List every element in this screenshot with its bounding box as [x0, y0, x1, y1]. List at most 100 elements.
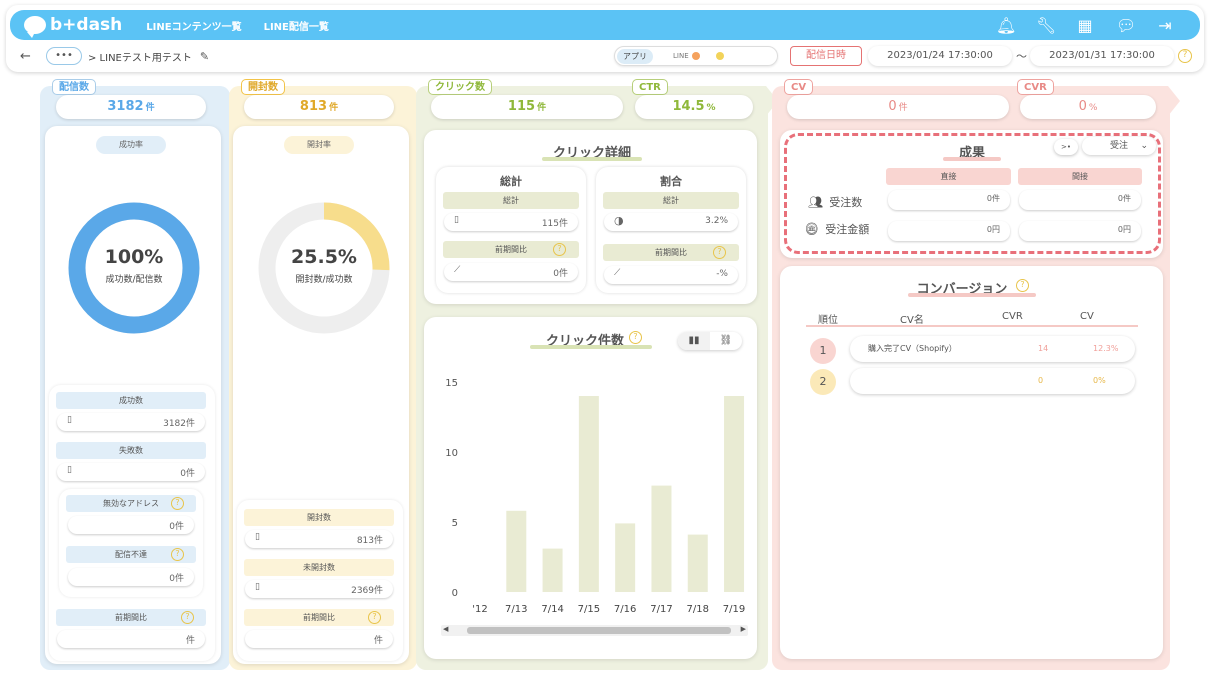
- open-rate-pill: 開封率: [284, 136, 354, 154]
- doc-icon: ▯: [67, 415, 72, 425]
- pie-chart-icon: ◑: [614, 214, 624, 227]
- open-count-unit: 件: [329, 103, 339, 113]
- orders-label-text: 受注数: [829, 196, 863, 209]
- back-arrow-icon[interactable]: ←: [20, 49, 40, 64]
- result-type-select[interactable]: 受注 ⌄: [1082, 137, 1156, 155]
- success-rate-value: 100%: [104, 246, 164, 268]
- scroll-left-arrow-icon[interactable]: ◀: [443, 625, 448, 633]
- x-tick-label: 7/19: [723, 604, 745, 615]
- click-chart-underline: [530, 345, 652, 349]
- segment-app[interactable]: アプリ: [617, 48, 653, 64]
- opened-count-label: 開封数: [244, 509, 394, 526]
- ratio-prev-field: ⟋ -%: [604, 266, 738, 284]
- fail-count-label: 失敗数: [56, 442, 206, 459]
- date-to-input[interactable]: 2023/01/31 17:30:00: [1030, 46, 1174, 66]
- chart-view-toggle: ▮▮ ⛓︎: [678, 332, 742, 350]
- total-card-title: 総計: [500, 175, 522, 188]
- cvr-value-box: 0%: [1020, 95, 1156, 119]
- nav-line-contents[interactable]: LINEコンテンツ一覧: [146, 18, 241, 33]
- date-from-input[interactable]: 2023/01/24 17:30:00: [868, 46, 1012, 66]
- scroll-right-arrow-icon[interactable]: ▶: [741, 625, 746, 633]
- bar-7/14[interactable]: [542, 548, 563, 592]
- click-chart-help-icon[interactable]: ?: [629, 331, 642, 344]
- click-count-bar-chart: 0 5 10 15 '12 7/13 7/14 7/15 7/16 7/17 7/18 7/19: [445, 378, 745, 615]
- result-type-select-value: 受注: [1110, 141, 1129, 151]
- y-tick-label: 15: [445, 378, 458, 389]
- cvr-value: 0: [1038, 376, 1044, 385]
- ratio-field: ◑ 3.2%: [604, 213, 738, 231]
- delivery-date-button[interactable]: 配信日時: [790, 46, 862, 66]
- grid-icon[interactable]: ▦: [1076, 16, 1094, 35]
- bar-7/19[interactable]: [724, 396, 745, 592]
- channel-segment-control: アプリ LINE: [614, 46, 778, 66]
- delivery-prev-value: 件: [185, 636, 195, 646]
- ratio-prev-value: -%: [716, 269, 728, 279]
- line-chart-icon: ⟋: [454, 265, 461, 275]
- doc-icon: ▯: [255, 582, 260, 592]
- brand-logo[interactable]: b+dash: [24, 15, 122, 38]
- wrench-icon[interactable]: 🔧︎: [1036, 16, 1056, 35]
- click-count-unit: 件: [537, 103, 547, 113]
- segment-line[interactable]: LINE: [673, 52, 689, 60]
- bar-chart-icon[interactable]: ▮▮: [678, 332, 710, 350]
- result-toggle-button[interactable]: >•: [1054, 139, 1078, 155]
- x-tick-label: '12: [472, 604, 487, 615]
- edit-pencil-icon[interactable]: ✎: [200, 50, 209, 63]
- logout-icon[interactable]: ⇥: [1156, 16, 1174, 35]
- amount-direct-value: 0円: [986, 225, 1000, 234]
- delivery-count-unit: 件: [145, 103, 155, 113]
- invalid-address-help-icon[interactable]: ?: [171, 497, 184, 510]
- x-tick-label: 7/17: [650, 604, 672, 615]
- open-rate-center: 25.5% 開封数/成功数: [274, 246, 374, 285]
- direct-column-header: 直接: [886, 168, 1011, 185]
- undeliverable-help-icon[interactable]: ?: [171, 548, 184, 561]
- cvr-tag: CVR: [1017, 79, 1054, 95]
- nav-line-deliveries[interactable]: LINE配信一覧: [264, 18, 329, 33]
- result-title: 成果: [935, 142, 1009, 166]
- link-icon[interactable]: ⛓︎: [710, 332, 742, 350]
- success-count-value: 3182件: [163, 419, 195, 429]
- doc-icon: ▯: [67, 465, 72, 475]
- more-button[interactable]: •••: [46, 47, 82, 65]
- ratio-value: 3.2%: [705, 216, 728, 226]
- click-count-value: 115: [507, 99, 536, 114]
- bar-7/18[interactable]: [687, 534, 708, 592]
- cv-count: 0件: [787, 95, 1009, 119]
- x-tick-label: 7/15: [578, 604, 600, 615]
- amount-direct-field: 0円: [888, 221, 1010, 241]
- delivery-prev-help-icon[interactable]: ?: [181, 611, 194, 624]
- undeliverable-value: 0件: [169, 574, 184, 584]
- ratio-prev-help-icon[interactable]: ?: [713, 246, 726, 259]
- ctr-value-box: 14.5%: [635, 95, 753, 119]
- rank-header: 順位: [818, 315, 838, 326]
- line-yellow-icon: [715, 52, 724, 60]
- chat-icon[interactable]: 💬︎: [1116, 16, 1136, 35]
- total-value: 115件: [541, 219, 568, 229]
- cvr-unit: %: [1088, 103, 1098, 113]
- date-range-separator: 〜: [1016, 50, 1027, 63]
- open-prev-value: 件: [373, 636, 383, 646]
- help-icon[interactable]: ?: [1178, 49, 1192, 63]
- bar-7/15[interactable]: [578, 396, 599, 592]
- conversion-title: コンバージョン: [902, 278, 1022, 302]
- success-rate-formula: 成功数/配信数: [105, 275, 163, 285]
- bar-7/17[interactable]: [651, 485, 672, 592]
- people-icon: 👥︎: [808, 195, 824, 209]
- coins-icon: 🪙︎: [804, 222, 820, 236]
- open-tag: 開封数: [241, 79, 285, 95]
- click-count: 115 件: [431, 95, 623, 119]
- bar-7/16[interactable]: [615, 523, 636, 592]
- bar-7/13[interactable]: [506, 510, 527, 592]
- undeliverable-field: 0件: [68, 568, 194, 586]
- conversion-row-box: 0 0%: [850, 368, 1135, 394]
- conversion-help-icon[interactable]: ?: [1016, 279, 1029, 292]
- scrollbar-thumb[interactable]: [467, 627, 731, 634]
- cvr-value: 14: [1038, 344, 1049, 353]
- rank-badge: 2: [810, 369, 836, 395]
- ctr-tag: CTR: [632, 79, 668, 95]
- open-prev-help-icon[interactable]: ?: [368, 611, 381, 624]
- chart-horizontal-scrollbar[interactable]: ◀ ▶: [441, 625, 748, 636]
- bell-icon[interactable]: 🔔︎: [996, 16, 1016, 35]
- conversion-table-header: 順位 CV名 CVR CV: [806, 311, 1138, 327]
- total-prev-help-icon[interactable]: ?: [553, 243, 566, 256]
